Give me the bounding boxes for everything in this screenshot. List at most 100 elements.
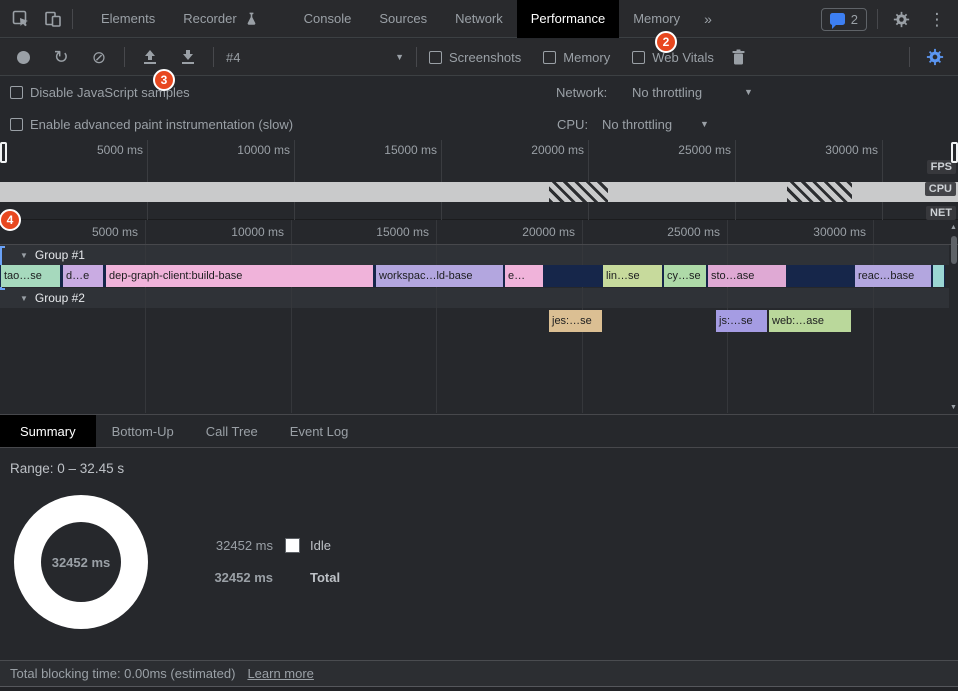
tab-bottom-up-label: Bottom-Up — [112, 424, 174, 439]
tab-recorder[interactable]: Recorder — [169, 0, 271, 38]
overview-tick — [294, 140, 295, 220]
network-dropdown-icon[interactable]: ▼ — [744, 87, 753, 97]
tab-elements[interactable]: Elements — [87, 0, 169, 38]
idle-swatch — [285, 538, 300, 553]
screenshots-label: Screenshots — [449, 50, 521, 65]
main-tabs: ElementsRecorder Console Sources NetworkPer… — [87, 0, 722, 38]
tab-network[interactable]: Network — [441, 0, 517, 38]
vertical-scrollbar[interactable]: ▲ ▼ — [949, 222, 958, 413]
reload-and-record-button[interactable]: ↻ — [48, 44, 74, 70]
cpu-throttle-label: CPU: — [557, 117, 588, 132]
advanced-paint-checkbox[interactable]: Enable advanced paint instrumentation (s… — [10, 117, 293, 132]
tabbar-divider — [72, 9, 73, 29]
tab-sources-label: Sources — [379, 0, 427, 38]
toolbar-divider-3 — [416, 47, 417, 67]
clear-recording-button[interactable]: ⊘ — [86, 44, 112, 70]
screenshots-checkbox[interactable]: Screenshots — [429, 50, 521, 65]
memory-label: Memory — [563, 50, 610, 65]
overview-tick-label: 15000 ms — [327, 143, 437, 157]
toolbar-right — [909, 44, 948, 70]
collapse-triangle-icon[interactable]: ▼ — [20, 251, 28, 260]
timeline-event-bar[interactable] — [933, 265, 944, 287]
tab-sources[interactable]: Sources — [365, 0, 441, 38]
overview-tick — [147, 140, 148, 220]
timeline-event-bar[interactable]: e… — [505, 265, 543, 287]
settings-gear-icon[interactable] — [888, 6, 914, 32]
settings-row-2: Enable advanced paint instrumentation (s… — [0, 108, 958, 140]
idle-label: Idle — [310, 538, 331, 553]
timeline-event-bar[interactable]: sto…ase — [708, 265, 786, 287]
timeline-event-bar[interactable]: workspac…ld-base — [376, 265, 503, 287]
session-dropdown-icon: ▼ — [395, 52, 404, 62]
overview-tick-label: 5000 ms — [33, 143, 143, 157]
scroll-down-icon[interactable]: ▼ — [950, 404, 957, 411]
tab-console[interactable]: Console — [290, 0, 366, 38]
capture-settings-gear-icon[interactable] — [922, 44, 948, 70]
save-profile-icon[interactable] — [175, 44, 201, 70]
record-button[interactable] — [10, 44, 36, 70]
ruler-tick-label: 5000 ms — [28, 225, 138, 239]
overview-tick-label: 30000 ms — [768, 143, 878, 157]
learn-more-link[interactable]: Learn more — [247, 666, 313, 681]
summary-donut-chart: 32452 ms — [14, 495, 148, 629]
annotation-badge-3: 3 — [153, 69, 175, 91]
total-value: 32452 ms — [183, 570, 273, 585]
network-throttle-value[interactable]: No throttling — [632, 85, 702, 100]
lane-label-net: NET — [926, 206, 956, 220]
timeline-event-bar[interactable]: lin…se — [603, 265, 662, 287]
tab-console-label: Console — [304, 0, 352, 38]
memory-checkbox[interactable]: Memory — [543, 50, 610, 65]
group-name: Group #2 — [35, 291, 85, 305]
details-tabbar: Summary Bottom-Up Call Tree Event Log — [0, 414, 958, 448]
cpu-dropdown-icon[interactable]: ▼ — [700, 119, 709, 129]
timeline-event-bar[interactable]: jes:…se — [549, 310, 602, 332]
annotation-badge-4: 4 — [0, 209, 21, 231]
feedback-button[interactable]: 2 — [821, 8, 867, 31]
group-header-2[interactable]: ▼ Group #2 — [0, 288, 949, 308]
timeline-event-bar[interactable]: tao…se — [1, 265, 60, 287]
inspect-element-icon[interactable] — [8, 6, 34, 32]
donut-center-value: 32452 ms — [52, 555, 111, 570]
timeline-event-bar[interactable]: js:…se — [716, 310, 767, 332]
legend-row-total: 32452 ms Total — [183, 570, 340, 585]
record-icon — [17, 51, 30, 64]
overview-tick — [588, 140, 589, 220]
load-profile-icon[interactable] — [137, 44, 163, 70]
more-tabs-chevron[interactable]: » — [694, 0, 722, 38]
timeline-event-bar[interactable]: reac…base — [855, 265, 931, 287]
cpu-idle-hatch — [787, 182, 852, 202]
timeline-event-bar[interactable]: dep-graph-client:build-base — [106, 265, 373, 287]
overview-tick — [735, 140, 736, 220]
chat-bubble-icon — [830, 13, 845, 25]
session-selector[interactable]: #4 ▼ — [226, 50, 404, 65]
tab-call-tree[interactable]: Call Tree — [190, 415, 274, 447]
tab-summary[interactable]: Summary — [0, 415, 96, 447]
overview-tick — [441, 140, 442, 220]
window-bottom-strip — [0, 686, 958, 691]
group-header-1[interactable]: ▼Group #1 — [0, 245, 949, 265]
ruler-tick-label: 15000 ms — [319, 225, 429, 239]
timeline-overview[interactable]: 5000 ms10000 ms15000 ms20000 ms25000 ms3… — [0, 140, 958, 220]
timeline-event-bar[interactable]: web:…ase — [769, 310, 851, 332]
more-options-icon[interactable]: ⋮ — [924, 6, 950, 32]
scrollbar-thumb[interactable] — [951, 236, 957, 264]
tab-performance[interactable]: Performance — [517, 0, 619, 38]
summary-panel: Range: 0 – 32.45 s 32452 ms 32452 ms Idl… — [0, 449, 958, 660]
scroll-up-icon[interactable]: ▲ — [950, 224, 957, 231]
timeline-event-bar[interactable]: d…e — [63, 265, 103, 287]
tab-memory[interactable]: Memory — [619, 0, 694, 38]
more-tabs-chevron-label: » — [704, 0, 712, 38]
device-toolbar-icon[interactable] — [40, 6, 66, 32]
overview-right-handle[interactable] — [951, 142, 958, 163]
tab-bottom-up[interactable]: Bottom-Up — [96, 415, 190, 447]
timeline-track-area[interactable]: ▼Group #1▼Group #2 5000 ms10000 ms15000 … — [0, 220, 958, 413]
trash-icon[interactable] — [726, 44, 752, 70]
collapse-triangle-icon[interactable]: ▼ — [20, 294, 28, 303]
cpu-throttle-value[interactable]: No throttling — [602, 117, 672, 132]
tab-event-log[interactable]: Event Log — [274, 415, 365, 447]
web-vitals-checkbox[interactable]: Web Vitals — [632, 50, 714, 65]
tab-event-log-label: Event Log — [290, 424, 349, 439]
total-blocking-time-text: Total blocking time: 0.00ms (estimated) — [10, 666, 235, 681]
overview-left-handle[interactable] — [0, 142, 7, 163]
timeline-event-bar[interactable]: cy…se — [664, 265, 706, 287]
